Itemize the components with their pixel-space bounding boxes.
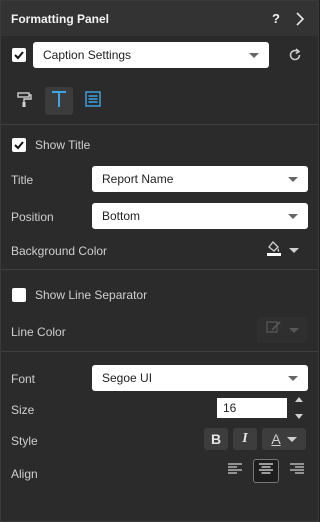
caption-settings-value: Caption Settings	[43, 48, 132, 62]
chevron-down-icon	[289, 247, 299, 253]
align-right-button[interactable]	[284, 459, 310, 483]
position-dropdown[interactable]: Bottom	[92, 203, 308, 229]
align-left-button[interactable]	[222, 459, 248, 483]
font-label: Font	[11, 372, 36, 386]
line-color-label: Line Color	[11, 325, 66, 339]
tab-list[interactable]	[79, 87, 107, 115]
paint-roller-icon	[16, 90, 34, 113]
show-line-separator-label: Show Line Separator	[35, 288, 148, 302]
title-dropdown[interactable]: Report Name	[92, 166, 308, 192]
font-color-button[interactable]: A	[262, 428, 306, 450]
position-label: Position	[11, 210, 54, 224]
align-left-icon	[227, 462, 243, 481]
divider	[1, 124, 318, 125]
list-icon	[84, 90, 102, 113]
formatting-panel: Formatting Panel ? Caption Settings Show…	[0, 0, 319, 522]
font-value: Segoe UI	[102, 371, 153, 385]
caption-settings-dropdown[interactable]: Caption Settings	[33, 42, 269, 68]
show-title-label: Show Title	[35, 138, 91, 152]
style-label: Style	[11, 434, 38, 448]
divider	[1, 269, 318, 270]
chevron-right-icon[interactable]	[292, 11, 308, 27]
chevron-down-icon	[288, 375, 298, 381]
chevron-down-icon	[249, 52, 259, 58]
panel-header: Formatting Panel ?	[1, 1, 318, 36]
chevron-down-icon	[288, 213, 298, 219]
background-color-label: Background Color	[11, 244, 108, 258]
tab-text[interactable]	[45, 87, 73, 115]
panel-title: Formatting Panel	[11, 11, 110, 26]
title-value: Report Name	[102, 172, 174, 186]
bold-button[interactable]: B	[204, 428, 228, 450]
increment-icon[interactable]	[295, 397, 303, 402]
line-color-icon	[265, 319, 283, 342]
line-color-button[interactable]	[257, 317, 307, 343]
size-stepper[interactable]	[292, 397, 306, 419]
decrement-icon[interactable]	[295, 414, 303, 419]
size-input[interactable]: 16	[217, 398, 287, 418]
align-center-icon	[258, 462, 274, 481]
format-tabs	[11, 87, 107, 115]
chevron-down-icon	[288, 176, 298, 182]
fill-color-icon	[265, 239, 283, 262]
text-icon	[49, 89, 69, 114]
tab-general[interactable]	[11, 87, 39, 115]
reset-icon[interactable]	[287, 47, 303, 68]
chevron-down-icon	[286, 436, 297, 442]
show-line-separator-checkbox[interactable]	[12, 288, 26, 302]
header-actions: ?	[272, 11, 308, 27]
align-center-button[interactable]	[253, 459, 279, 483]
font-color-label: A	[271, 431, 281, 447]
italic-button[interactable]: I	[233, 428, 257, 450]
align-label: Align	[11, 467, 38, 481]
align-right-icon	[289, 462, 305, 481]
chevron-down-icon	[289, 327, 299, 333]
font-dropdown[interactable]: Segoe UI	[92, 365, 308, 391]
italic-label: I	[242, 431, 248, 446]
size-label: Size	[11, 403, 35, 417]
caption-enabled-checkbox[interactable]	[12, 48, 26, 62]
position-value: Bottom	[102, 209, 141, 223]
background-color-button[interactable]	[257, 237, 307, 263]
help-icon[interactable]: ?	[272, 11, 280, 26]
divider	[1, 351, 318, 352]
show-title-checkbox[interactable]	[12, 138, 26, 152]
size-value: 16	[223, 401, 237, 415]
bold-label: B	[210, 431, 222, 447]
title-label: Title	[11, 173, 34, 187]
